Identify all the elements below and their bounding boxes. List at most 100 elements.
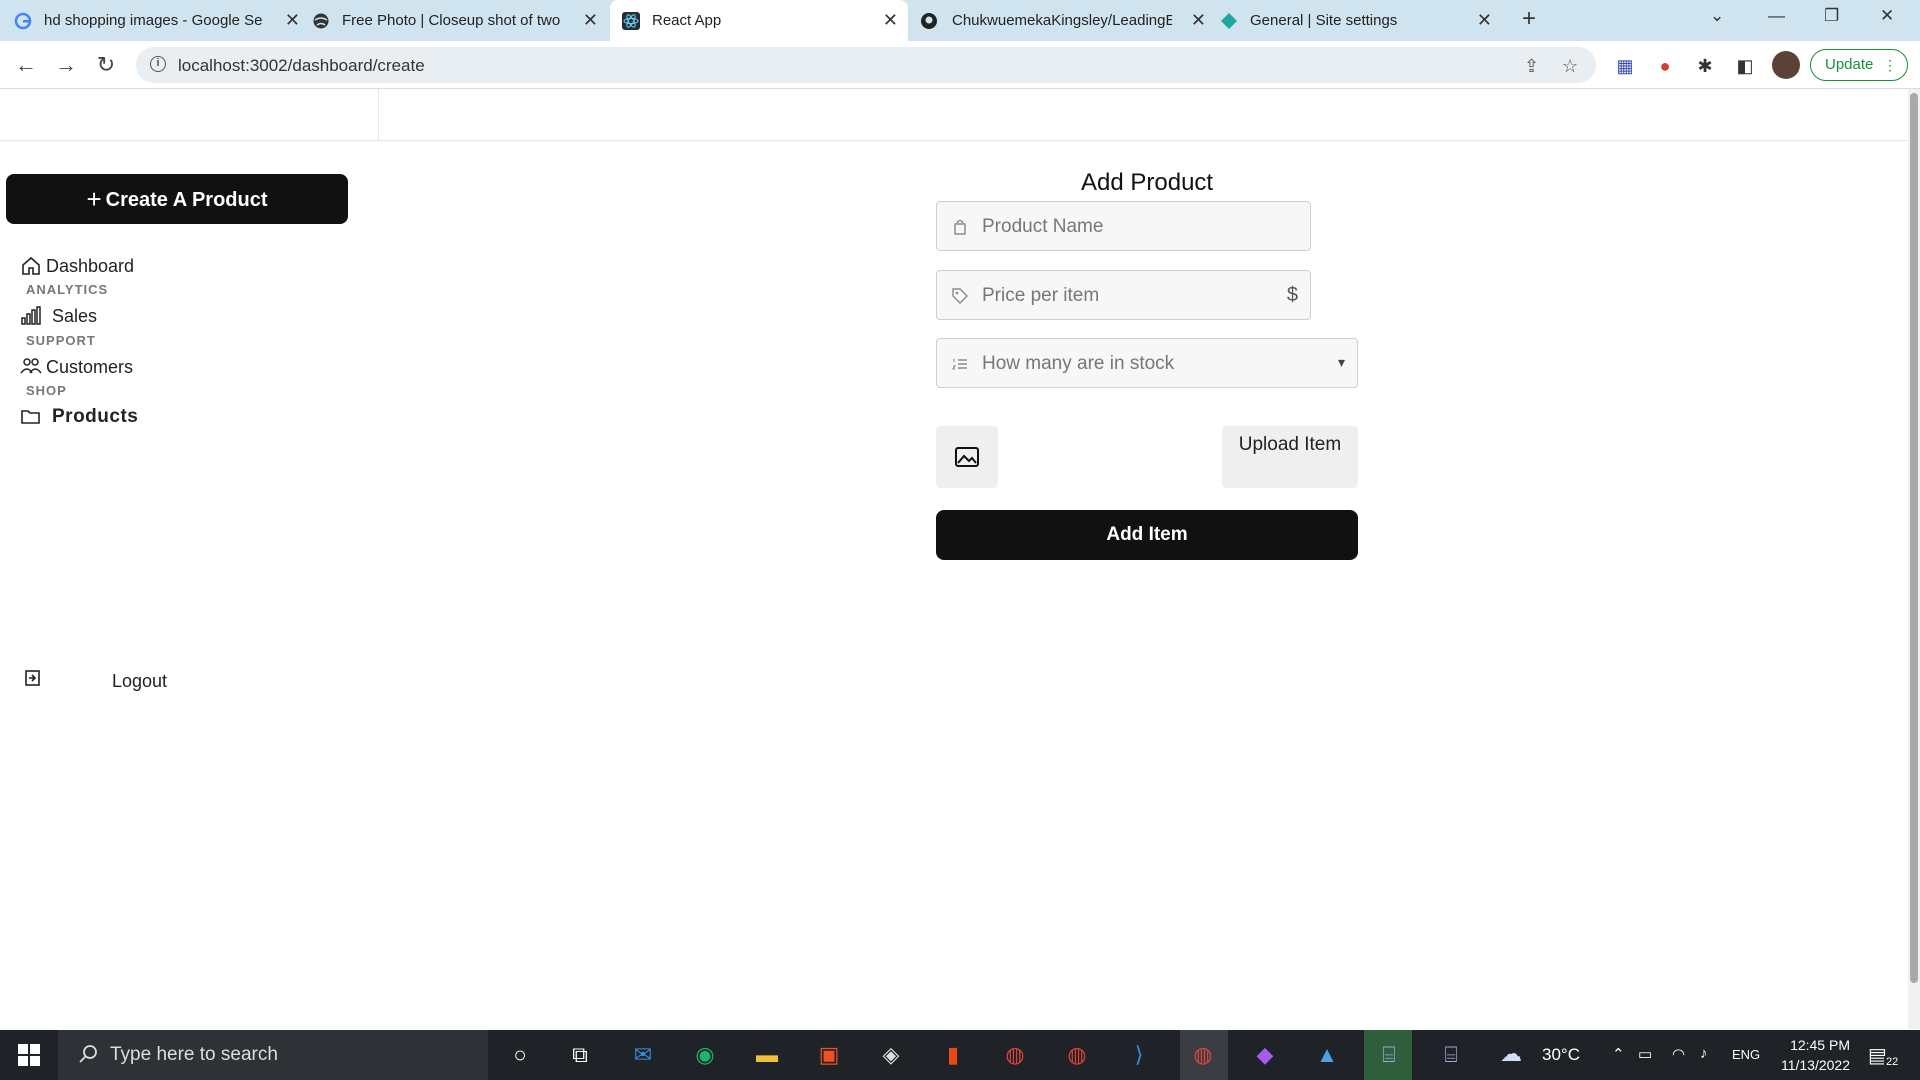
- google-icon: [14, 12, 32, 30]
- tab-search-chevron-icon[interactable]: ⌄: [1710, 6, 1724, 26]
- paint-drop-icon[interactable]: ◆: [1250, 1041, 1280, 1069]
- sidebar-item-products[interactable]: Products: [20, 406, 138, 428]
- bar-chart-icon: [21, 306, 41, 325]
- stock-placeholder: How many are in stock: [982, 353, 1175, 374]
- update-button[interactable]: Update ⋮: [1810, 49, 1908, 81]
- close-window-icon[interactable]: ✕: [1880, 6, 1894, 26]
- address-bar[interactable]: i localhost:3002/dashboard/create ⇪ ☆: [136, 47, 1596, 83]
- folder-icon: [21, 410, 40, 424]
- mail-icon[interactable]: ✉: [628, 1041, 658, 1069]
- new-tab-button[interactable]: +: [1522, 5, 1536, 33]
- weather-cloud-icon[interactable]: ☁: [1500, 1041, 1522, 1067]
- chrome-profile-icon[interactable]: ◍: [1000, 1041, 1030, 1069]
- address-url[interactable]: localhost:3002/dashboard/create: [178, 56, 425, 76]
- notifications-count: 22: [1884, 1056, 1901, 1068]
- sidebar-item-label: Dashboard: [46, 255, 135, 276]
- logout-label: Logout: [112, 671, 168, 691]
- clock-time: 12:45 PM: [1790, 1037, 1850, 1053]
- profile-avatar[interactable]: [1772, 51, 1800, 79]
- create-product-button[interactable]: + Create A Product: [6, 174, 348, 224]
- extension-cast-icon[interactable]: ▦: [1614, 55, 1636, 77]
- browser-tab-active[interactable]: React App ✕: [610, 0, 908, 41]
- page-title: Add Product: [1081, 169, 1214, 196]
- section-label-analytics: ANALYTICS: [26, 282, 109, 297]
- close-tab-icon[interactable]: ✕: [1191, 10, 1206, 31]
- sidebar-item-label: Sales: [52, 305, 98, 326]
- add-item-button[interactable]: Add Item: [936, 510, 1358, 560]
- reload-icon[interactable]: ↻: [92, 51, 120, 79]
- extension-lock-icon[interactable]: ●: [1654, 55, 1676, 77]
- stock-select[interactable]: How many are in stock ▾: [936, 338, 1358, 388]
- price-tag-icon: [952, 288, 968, 304]
- page: + Create A Product Dashboard ANALYTICS Sa…: [0, 89, 1908, 1029]
- cortana-icon[interactable]: ○: [505, 1041, 535, 1069]
- topbar-divider: [378, 89, 379, 141]
- browser-tab[interactable]: hd shopping images - Google Se ✕: [14, 0, 310, 41]
- product-name-placeholder: Product Name: [982, 216, 1104, 237]
- battery-icon[interactable]: ▭: [1638, 1045, 1652, 1063]
- taskbar-search-placeholder: Type here to search: [110, 1044, 278, 1065]
- chrome-active-icon[interactable]: ◍: [1188, 1041, 1218, 1069]
- minimize-icon[interactable]: —: [1768, 6, 1785, 26]
- sidebar-item-label: Products: [52, 406, 139, 427]
- site-info-icon[interactable]: i: [150, 56, 166, 72]
- page-scrollbar[interactable]: [1908, 89, 1920, 1029]
- close-tab-icon[interactable]: ✕: [1477, 10, 1492, 31]
- file-explorer-icon[interactable]: ▬: [752, 1041, 782, 1069]
- scrollbar-thumb[interactable]: [1910, 93, 1918, 983]
- restore-icon[interactable]: ❐: [1824, 6, 1839, 26]
- bookmark-star-icon[interactable]: ☆: [1562, 56, 1578, 77]
- plus-icon: +: [86, 184, 102, 214]
- chevron-down-icon: ▾: [1337, 354, 1345, 370]
- vscode-icon[interactable]: ⟩: [1124, 1041, 1154, 1069]
- tab-title: General | Site settings: [1250, 12, 1398, 29]
- globe-icon: [313, 13, 329, 29]
- chevron-up-icon[interactable]: ⌃: [1612, 1045, 1625, 1063]
- back-arrow-icon[interactable]: ←: [12, 51, 40, 79]
- taskbar-search-input[interactable]: Type here to search: [58, 1030, 488, 1080]
- office-icon[interactable]: ▮: [938, 1041, 968, 1069]
- wifi-icon[interactable]: ◠: [1672, 1045, 1685, 1063]
- menu-dots-icon: ⋮: [1883, 57, 1897, 73]
- taskbar-clock[interactable]: 12:45 PM 11/13/2022: [1774, 1035, 1850, 1075]
- share-icon[interactable]: ⇪: [1524, 56, 1539, 77]
- chrome-icon[interactable]: ◍: [1062, 1041, 1092, 1069]
- photos-icon[interactable]: ▲: [1312, 1041, 1342, 1069]
- windows-start-icon[interactable]: [18, 1044, 40, 1066]
- extensions-puzzle-icon[interactable]: ✱: [1694, 55, 1716, 77]
- side-panel-icon[interactable]: ◧: [1734, 55, 1756, 77]
- alienware-icon[interactable]: ◈: [876, 1041, 906, 1069]
- sidebar-item-customers[interactable]: Customers: [20, 356, 133, 378]
- browser-tab-strip: hd shopping images - Google Se ✕ Free Ph…: [0, 0, 1920, 41]
- price-input[interactable]: Price per item $: [936, 270, 1311, 320]
- browser-tab[interactable]: General | Site settings ✕: [1220, 0, 1502, 41]
- product-name-input[interactable]: Product Name: [936, 201, 1311, 251]
- section-label-shop: SHOP: [26, 383, 67, 398]
- react-icon: [622, 12, 640, 30]
- browser-tab[interactable]: Free Photo | Closeup shot of two ✕: [312, 0, 608, 41]
- sidebar-item-dashboard[interactable]: Dashboard: [20, 255, 134, 277]
- volume-icon[interactable]: ♪: [1700, 1045, 1708, 1062]
- network-manager-icon[interactable]: ⌸: [1436, 1041, 1466, 1069]
- edge-icon[interactable]: ◉: [690, 1041, 720, 1069]
- close-tab-icon[interactable]: ✕: [285, 10, 300, 31]
- forward-arrow-icon[interactable]: →: [52, 51, 80, 79]
- github-icon: [921, 13, 937, 29]
- list-numbered-icon: [951, 359, 967, 370]
- sidebar-item-sales[interactable]: Sales: [20, 305, 97, 327]
- task-view-icon[interactable]: ⧉: [565, 1041, 595, 1069]
- close-tab-icon[interactable]: ✕: [883, 10, 898, 31]
- close-tab-icon[interactable]: ✕: [583, 10, 598, 31]
- language-indicator[interactable]: ENG: [1732, 1047, 1760, 1062]
- control-panel-icon[interactable]: ⌸: [1374, 1041, 1404, 1069]
- tab-title: ChukwuemekaKingsley/LeadingE: [952, 12, 1172, 29]
- weather-temperature[interactable]: 30°C: [1542, 1045, 1580, 1065]
- image-picker-button[interactable]: [936, 426, 998, 488]
- microsoft-store-icon[interactable]: ▣: [814, 1041, 844, 1069]
- users-icon: [20, 358, 42, 374]
- tab-title: hd shopping images - Google Se: [44, 12, 263, 29]
- upload-item-button[interactable]: Upload Item: [1222, 426, 1358, 488]
- image-icon: [955, 447, 979, 467]
- browser-tab[interactable]: ChukwuemekaKingsley/LeadingE ✕: [920, 0, 1216, 41]
- search-icon: [79, 1045, 97, 1063]
